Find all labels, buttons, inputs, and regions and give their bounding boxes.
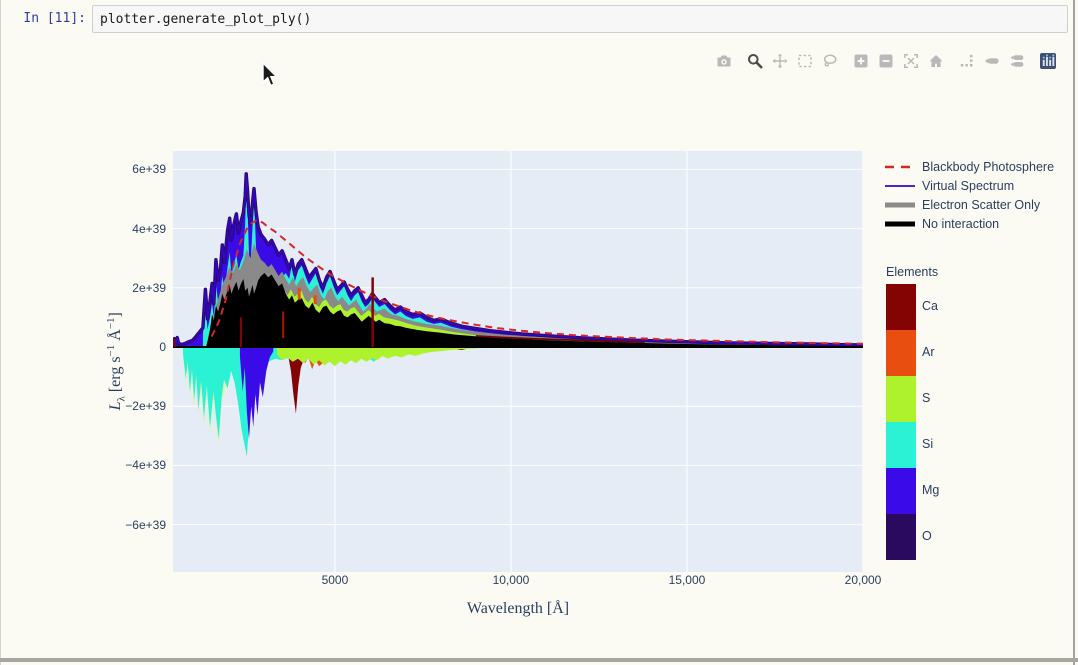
legend-item-no-interaction[interactable]: No interaction: [884, 214, 1054, 233]
y-tick-label: 6e+39: [108, 162, 166, 176]
modebar-reset-axes-button[interactable]: [928, 53, 944, 69]
modebar-lasso-select-button[interactable]: [822, 53, 838, 69]
y-tick-label: 2e+39: [108, 281, 166, 295]
zoom-in-icon: [853, 53, 869, 69]
legend-item-label[interactable]: No interaction: [922, 217, 999, 231]
legend-swatch-icon: [884, 220, 916, 228]
box-select-icon: [797, 53, 813, 69]
window-border-bottom: [0, 658, 1078, 662]
element-label-ar: Ar: [922, 345, 935, 359]
element-label-o: O: [922, 529, 932, 543]
legend-item-electron-scatter-only[interactable]: Electron Scatter Only: [884, 195, 1054, 214]
legend-swatch-icon: [884, 201, 916, 209]
element-color-swatch-ar: [886, 330, 916, 376]
element-color-swatch-si: [886, 422, 916, 468]
modebar-hover-closest-button[interactable]: [984, 53, 1000, 69]
plot-legend: Blackbody Photosphere Virtual Spectrum Ele…: [884, 157, 1054, 233]
toggle-spikelines-icon: [959, 53, 975, 69]
download-plot-icon: [716, 53, 732, 69]
plotly-logo-icon: [1040, 53, 1056, 69]
modebar-plotly-logo-button[interactable]: [1040, 53, 1056, 69]
element-label-mg: Mg: [922, 483, 939, 497]
y-tick-label: 4e+39: [108, 222, 166, 236]
x-tick-label: 20,000: [828, 573, 898, 587]
modebar-pan-button[interactable]: [772, 53, 788, 69]
x-tick-label: 10,000: [476, 573, 546, 587]
legend-item-blackbody-photosphere[interactable]: Blackbody Photosphere: [884, 157, 1054, 176]
y-tick-label: 0: [108, 340, 166, 354]
legend-item-virtual-spectrum[interactable]: Virtual Spectrum: [884, 176, 1054, 195]
legend-item-label[interactable]: Electron Scatter Only: [922, 198, 1040, 212]
modebar-zoom-in-button[interactable]: [853, 53, 869, 69]
reset-axes-icon: [928, 53, 944, 69]
modebar-box-select-button[interactable]: [797, 53, 813, 69]
cell-input-prompt: In [11]:: [12, 11, 86, 26]
x-tick-label: 5000: [300, 573, 370, 587]
lasso-select-icon: [822, 53, 838, 69]
y-tick-label: −4e+39: [108, 458, 166, 472]
modebar-autoscale-button[interactable]: [903, 53, 919, 69]
modebar-zoom-button[interactable]: [747, 53, 763, 69]
y-tick-label: −2e+39: [108, 399, 166, 413]
legend-item-label[interactable]: Blackbody Photosphere: [922, 160, 1054, 174]
legend-swatch-icon: [884, 163, 916, 171]
y-axis-title: Lλ [erg s−1 Å−1]: [96, 151, 136, 572]
x-tick-label: 15,000: [652, 573, 722, 587]
legend-item-label[interactable]: Virtual Spectrum: [922, 179, 1014, 193]
element-label-si: Si: [922, 437, 933, 451]
cell-code-input[interactable]: plotter.generate_plot_ply(): [92, 5, 1068, 33]
mouse-cursor-icon: [261, 62, 281, 95]
modebar-download-plot-button[interactable]: [716, 53, 732, 69]
pan-icon: [772, 53, 788, 69]
zoom-icon: [747, 53, 763, 69]
legend-swatch-icon: [884, 182, 916, 190]
y-tick-label: −6e+39: [108, 518, 166, 532]
element-label-ca: Ca: [922, 299, 938, 313]
hover-compare-icon: [1009, 53, 1025, 69]
zoom-out-icon: [878, 53, 894, 69]
window-border-left: [0, 0, 1, 665]
elements-legend-title: Elements: [886, 265, 938, 279]
hover-closest-icon: [984, 53, 1000, 69]
autoscale-icon: [903, 53, 919, 69]
modebar-zoom-out-button[interactable]: [878, 53, 894, 69]
jupyter-notebook-window: In [11]: plotter.generate_plot_ply() Wav…: [0, 0, 1078, 665]
element-label-s: S: [922, 391, 930, 405]
elements-colorbar: [886, 284, 916, 560]
window-border-right: [1073, 0, 1075, 665]
cell-code-text[interactable]: plotter.generate_plot_ply(): [93, 12, 311, 27]
x-axis-title: Wavelength [Å]: [418, 600, 618, 618]
modebar-toggle-spikelines-button[interactable]: [959, 53, 975, 69]
modebar-hover-compare-button[interactable]: [1009, 53, 1025, 69]
element-color-swatch-ca: [886, 284, 916, 330]
element-color-swatch-mg: [886, 468, 916, 514]
plot-canvas[interactable]: [173, 151, 863, 572]
element-color-swatch-s: [886, 376, 916, 422]
element-color-swatch-o: [886, 514, 916, 560]
plotly-modebar: [707, 53, 1056, 69]
